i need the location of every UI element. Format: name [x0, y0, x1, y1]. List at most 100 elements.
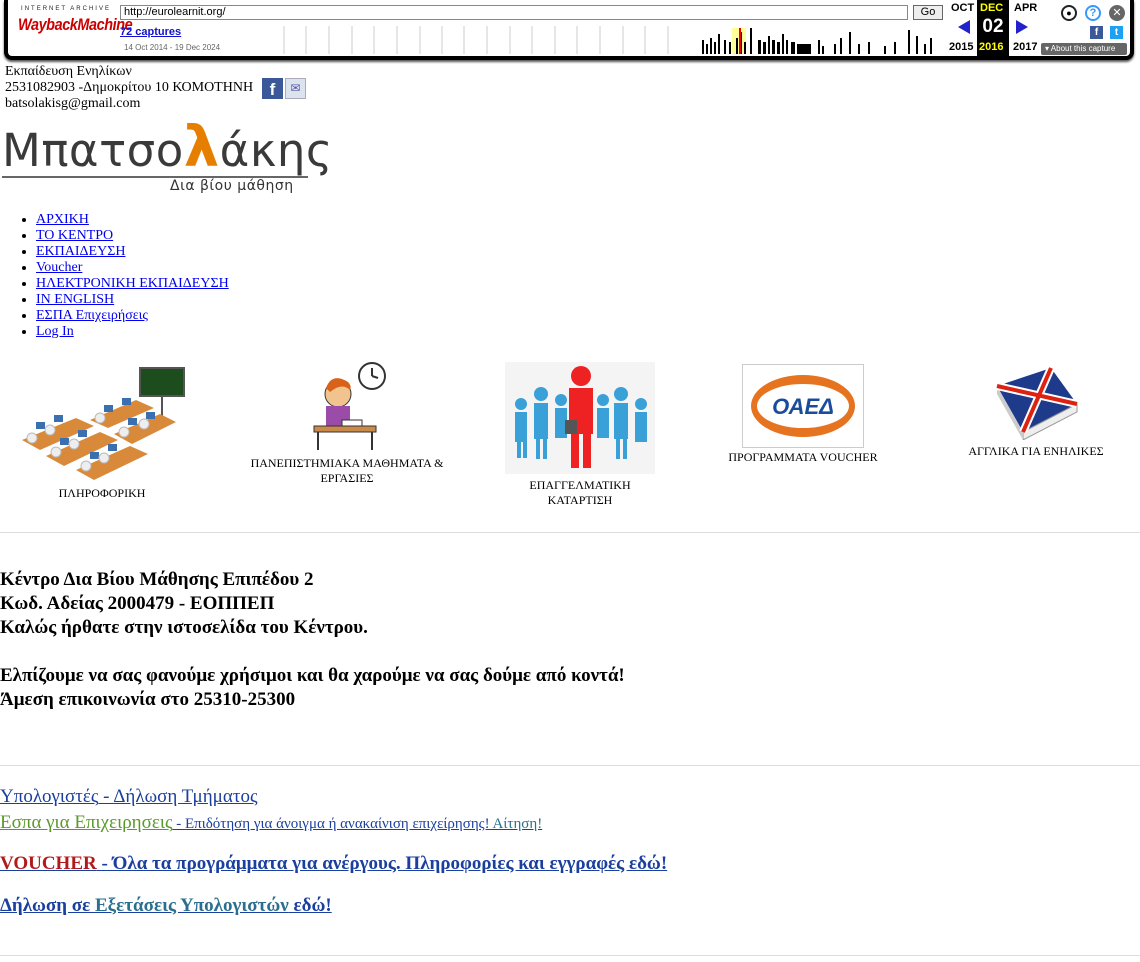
- tile-university[interactable]: ΠΑΝΕΠΙΣΤΗΜΙΑΚΑ ΜΑΘΗΜΑΤΑ & ΕΡΓΑΣΙΕΣ: [240, 360, 454, 486]
- divider: [0, 532, 1140, 533]
- tile-voucher[interactable]: ΟΑΕΔ ΠΡΟΓΡΑΜΜΑΤΑ VOUCHER: [720, 364, 886, 465]
- current-month: DEC: [980, 2, 1004, 14]
- twitter-share-icon[interactable]: t: [1110, 26, 1123, 39]
- tile-informatics-label: ΠΛΗΡΟΦΟΡΙΚΗ: [58, 486, 146, 500]
- voucher-link-text: - Όλα τα προγράμματα για ανέργους. Πληρο…: [96, 853, 668, 874]
- espa-link-text: Εσπα για Επιχειρησεις: [0, 812, 173, 833]
- espa-apply-text: Αίτηση!: [492, 816, 543, 832]
- url-input[interactable]: http://eurolearnit.org/: [120, 5, 908, 20]
- welcome-line-3: Καλώς ήρθατε στην ιστοσελίδα του Κέντρου…: [0, 617, 368, 638]
- tile-informatics[interactable]: ΠΛΗΡΟΦΟΡΙΚΗ: [16, 360, 188, 501]
- nav-link-voucher[interactable]: Voucher: [36, 260, 82, 275]
- espa-link-row: Εσπα για Επιχειρησεις - Επιδότηση για άν…: [0, 810, 667, 837]
- next-capture-arrow-icon[interactable]: [1016, 20, 1028, 34]
- voucher-link-row: VOUCHER - Όλα τα προγράμματα για ανέργου…: [0, 851, 667, 877]
- mail-icon[interactable]: ✉: [285, 78, 306, 99]
- header-tagline: Εκπαίδευση Ενηλίκων: [5, 64, 132, 79]
- exams-link-prefix: Δήλωση σε: [0, 895, 95, 916]
- captures-link[interactable]: 72 captures: [120, 26, 181, 38]
- welcome-text: Κέντρο Δια Βίου Μάθησης Επιπέδου 2 Κωδ. …: [0, 568, 625, 712]
- logo-text-before: Μπατσο: [2, 124, 184, 177]
- student-studying-image: [313, 362, 386, 450]
- divider: [0, 955, 1140, 956]
- nav-item-espa: ΕΣΠΑ Επιχειρήσεις: [36, 308, 229, 324]
- exams-link[interactable]: Δήλωση σε Εξετάσεις Υπολογιστών εδώ!: [0, 895, 332, 916]
- tile-vocational[interactable]: ΕΠΑΓΓΕΛΜΑΤΙΚΗ ΚΑΤΑΡΤΙΣΗ: [504, 362, 656, 508]
- nav-item-education: ΕΚΠΑΙΔΕΥΣΗ: [36, 244, 229, 260]
- union-jack-book-image: [996, 366, 1078, 441]
- about-capture-button[interactable]: ▾ About this capture: [1041, 43, 1127, 55]
- nav-item-english: IN ENGLISH: [36, 292, 229, 308]
- capture-sparkline[interactable]: [274, 26, 946, 54]
- category-tiles: ΠΛΗΡΟΦΟΡΙΚΗ ΠΑΝΕΠΙΣΤΗΜΙΑΚΑ ΜΑΘΗΜΑΤΑ & ΕΡ…: [0, 360, 1140, 510]
- exams-link-row: Δήλωση σε Εξετάσεις Υπολογιστών εδώ!: [0, 893, 667, 919]
- current-day: 02: [982, 16, 1004, 37]
- prev-month[interactable]: OCT: [951, 2, 974, 14]
- capture-date-range: 14 Oct 2014 - 19 Dec 2024: [124, 43, 221, 52]
- computers-link[interactable]: Υπολογιστές - Δήλωση Τμήματος: [0, 786, 257, 807]
- header-info: Εκπαίδευση Ενηλίκων 2531082903 -Δημοκρίτ…: [5, 64, 253, 112]
- classroom-computers-image: [22, 367, 185, 480]
- nav-link-center[interactable]: ΤΟ ΚΕΝΤΡΟ: [36, 228, 113, 243]
- logo-lambda: λ: [183, 115, 220, 180]
- nav-link-education[interactable]: ΕΚΠΑΙΔΕΥΣΗ: [36, 244, 125, 259]
- welcome-line-1: Κέντρο Δια Βίου Μάθησης Επιπέδου 2: [0, 569, 314, 590]
- nav-item-voucher: Voucher: [36, 260, 229, 276]
- tile-university-label: ΠΑΝΕΠΙΣΤΗΜΙΑΚΑ ΜΑΘΗΜΑΤΑ & ΕΡΓΑΣΙΕΣ: [250, 456, 444, 485]
- welcome-line-4: Ελπίζουμε να σας φανούμε χρήσιμοι και θα…: [0, 665, 625, 686]
- wayback-logo-big: WaybackMachine: [18, 15, 133, 34]
- oaed-logo-text: ΟΑΕΔ: [757, 384, 849, 428]
- business-people-image: [505, 362, 655, 474]
- close-icon[interactable]: ✕: [1109, 5, 1125, 21]
- facebook-share-icon[interactable]: f: [1090, 26, 1103, 39]
- computers-link-sep: -: [98, 786, 114, 807]
- next-year[interactable]: 2017: [1013, 41, 1037, 53]
- voucher-link-label: VOUCHER: [0, 853, 97, 874]
- computers-link-row: Υπολογιστές - Δήλωση Τμήματος: [0, 784, 667, 810]
- social-icons: f ✉: [262, 78, 308, 99]
- espa-subsidy-text: Επιδότηση για άνοιγμα ή ανακαίνιση επιχε…: [184, 816, 490, 832]
- account-icon[interactable]: ●: [1061, 5, 1077, 21]
- nav-item-login: Log In: [36, 324, 229, 340]
- help-icon[interactable]: ?: [1085, 5, 1101, 21]
- espa-link[interactable]: Εσπα για Επιχειρησεις: [0, 812, 172, 833]
- welcome-line-2: Κωδ. Αδείας 2000479 - ΕΟΠΠΕΠ: [0, 593, 275, 614]
- divider: [0, 765, 1140, 766]
- current-year: 2016: [979, 41, 1004, 53]
- exams-link-text: Εξετάσεις Υπολογιστών: [95, 895, 289, 916]
- logo-tagline: Δια βίου μάθηση: [170, 178, 294, 194]
- tile-english[interactable]: ΑΓΓΛΙΚΑ ΓΙΑ ΕΝΗΛΙΚΕΣ: [960, 366, 1112, 459]
- nav-link-english[interactable]: IN ENGLISH: [36, 292, 114, 307]
- next-month[interactable]: APR: [1014, 2, 1037, 14]
- espa-subsidy-link[interactable]: - Επιδότηση για άνοιγμα ή ανακαίνιση επι…: [172, 816, 542, 832]
- nav-link-elearning[interactable]: ΗΛΕΚΤΡΟΝΙΚΗ ΕΚΠΑΙΔΕΥΣΗ: [36, 276, 229, 291]
- logo-text-after: άκης: [219, 124, 333, 177]
- wayback-logo-small: INTERNET ARCHIVE: [21, 6, 111, 12]
- nav-link-home[interactable]: ΑΡΧΙΚΗ: [36, 212, 89, 227]
- nav-link-espa[interactable]: ΕΣΠΑ Επιχειρήσεις: [36, 308, 148, 323]
- main-nav: ΑΡΧΙΚΗ ΤΟ ΚΕΝΤΡΟ ΕΚΠΑΙΔΕΥΣΗ Voucher ΗΛΕΚ…: [0, 212, 229, 340]
- prev-year[interactable]: 2015: [949, 41, 973, 53]
- nav-item-home: ΑΡΧΙΚΗ: [36, 212, 229, 228]
- wayback-logo[interactable]: INTERNET ARCHIVE WaybackMachine: [18, 6, 133, 46]
- logo-wordmark: Μπατσολάκης: [2, 118, 333, 181]
- tile-vocational-label: ΕΠΑΓΓΕΛΜΑΤΙΚΗ ΚΑΤΑΡΤΙΣΗ: [529, 478, 631, 507]
- nav-item-elearning: ΗΛΕΚΤΡΟΝΙΚΗ ΕΚΠΑΙΔΕΥΣΗ: [36, 276, 229, 292]
- welcome-line-5: Άμεση επικοινωνία στο 25310-25300: [0, 689, 296, 710]
- oaed-logo: ΟΑΕΔ: [742, 364, 864, 448]
- welcome-spacer: [0, 640, 625, 664]
- site-logo[interactable]: Μπατσολάκης Δια βίου μάθηση: [0, 118, 332, 200]
- voucher-link[interactable]: VOUCHER - Όλα τα προγράμματα για ανέργου…: [0, 853, 667, 874]
- about-capture-label: About this capture: [1050, 44, 1116, 53]
- computers-link-declare: Δήλωση Τμήματος: [113, 786, 258, 807]
- prev-capture-arrow-icon[interactable]: [958, 20, 970, 34]
- header-address: 2531082903 -Δημοκρίτου 10 ΚΟΜΟΤΗΝΗ: [5, 80, 254, 95]
- facebook-icon[interactable]: f: [262, 78, 283, 99]
- header-email: batsolakisg@gmail.com: [5, 96, 141, 111]
- nav-item-center: ΤΟ ΚΕΝΤΡΟ: [36, 228, 229, 244]
- computers-link-text: Υπολογιστές: [0, 786, 99, 807]
- espa-link-sep: -: [172, 816, 185, 832]
- nav-link-login[interactable]: Log In: [36, 324, 74, 339]
- go-button[interactable]: Go: [913, 5, 943, 20]
- tile-english-label: ΑΓΓΛΙΚΑ ΓΙΑ ΕΝΗΛΙΚΕΣ: [968, 444, 1104, 458]
